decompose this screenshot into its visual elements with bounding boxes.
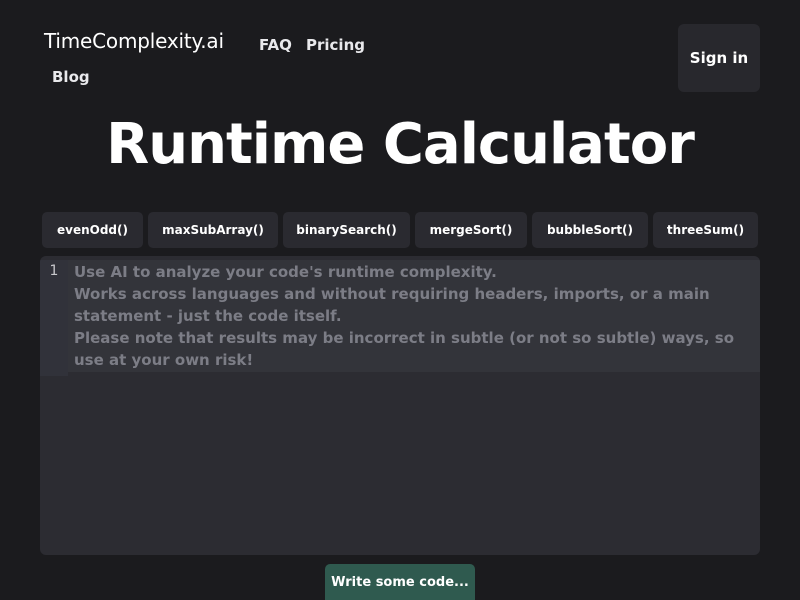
analyze-submit-button[interactable]: Write some code... — [325, 564, 475, 600]
example-binarysearch-button[interactable]: binarySearch() — [283, 212, 410, 248]
example-evenodd-button[interactable]: evenOdd() — [42, 212, 143, 248]
example-mergesort-button[interactable]: mergeSort() — [415, 212, 527, 248]
page: TimeComplexity.ai FAQ Pricing Blog Sign … — [0, 0, 800, 600]
example-maxsubarray-button[interactable]: maxSubArray() — [148, 212, 278, 248]
nav-blog-link[interactable]: Blog — [52, 68, 90, 86]
page-title: Runtime Calculator — [106, 112, 695, 177]
line-number: 1 — [49, 263, 59, 279]
code-editor: 1 — [40, 256, 760, 555]
sign-in-button[interactable]: Sign in — [678, 24, 760, 92]
nav-pricing-link[interactable]: Pricing — [306, 36, 365, 54]
example-buttons-bar: evenOdd() maxSubArray() binarySearch() m… — [42, 212, 758, 248]
nav-faq-link[interactable]: FAQ — [259, 36, 292, 54]
example-threesum-button[interactable]: threeSum() — [653, 212, 758, 248]
example-bubblesort-button[interactable]: bubbleSort() — [532, 212, 648, 248]
code-input[interactable] — [74, 261, 754, 371]
brand-logo-link[interactable]: TimeComplexity.ai — [44, 29, 224, 53]
